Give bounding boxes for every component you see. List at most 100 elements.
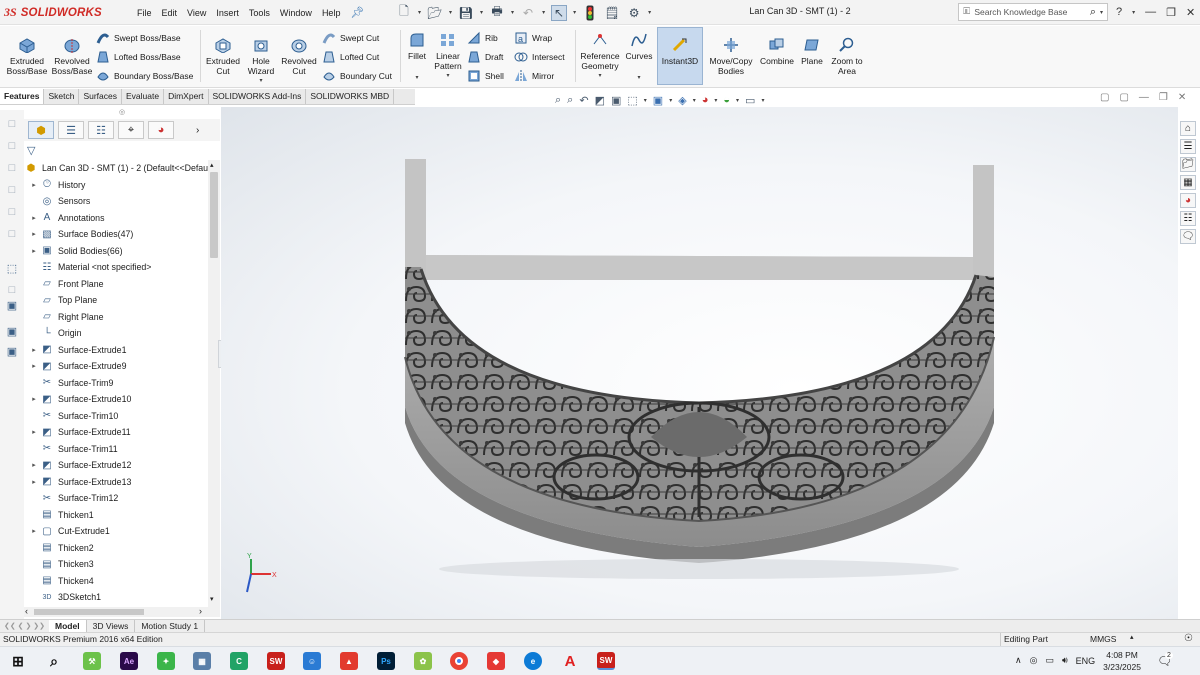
expand-arrow-icon[interactable]: ▸ [28,247,40,255]
search-icon[interactable]: ⌕ [1090,6,1096,19]
search-scope-icon[interactable]: 🗉︎ [963,4,970,21]
plane-button[interactable]: Plane [798,36,826,66]
section-view-icon[interactable]: ◩ [595,94,605,107]
solidworks-logo[interactable]: 3S SOLIDWORKS [4,3,116,22]
custom-properties-icon[interactable]: ☷ [1180,211,1196,226]
tab-scroll-right-icon[interactable]: › [196,125,199,136]
view-orientation-dropdown-icon[interactable]: ▾ [644,97,647,104]
tree-item[interactable]: ▸ ▢ Cut-Extrude1 [24,523,220,540]
select-dropdown-icon[interactable]: ▾ [573,9,576,16]
pin-icon[interactable]: 📌︎ [345,6,369,19]
search-knowledge-base[interactable]: 🗉︎ Search Knowledge Base ⌕ ▾ [958,3,1108,21]
chrome-icon[interactable] [450,652,468,670]
print-dropdown-icon[interactable]: ▾ [511,9,514,16]
tree-hscroll-thumb[interactable] [34,609,144,615]
tab-surfaces[interactable]: Surfaces [79,89,122,104]
taskbar-app-7-icon[interactable]: ☺ [303,652,321,670]
select-icon[interactable]: ↖ [551,4,568,21]
taskbar-app-1-icon[interactable]: ⚒ [83,652,101,670]
intersect-button[interactable]: Intersect [514,50,565,64]
viewport-minimize-icon[interactable]: — [1139,92,1149,103]
apply-scene-icon[interactable]: ◒ [723,94,730,106]
previous-view-icon[interactable]: ↶ [579,94,588,107]
revolved-cut-button[interactable]: Revolved Cut [280,36,318,76]
options-gear-icon[interactable]: ⚙ [626,5,642,21]
view-palette-icon[interactable]: ▦ [1180,175,1196,190]
filter-icon[interactable]: ▽ [27,144,35,157]
strip-tool-3-icon[interactable]: □ [5,161,19,175]
swept-cut-button[interactable]: Swept Cut [322,31,379,45]
menu-tools[interactable]: Tools [244,8,275,18]
strip-tool-4-icon[interactable]: □ [5,183,19,197]
open-dropdown-icon[interactable]: ▾ [449,9,452,16]
tree-item[interactable]: ✂ Surface-Trim10 [24,408,220,425]
calculator-icon[interactable]: ▦ [193,652,211,670]
taskbar-app-5-icon[interactable]: C [230,652,248,670]
reference-geometry-dropdown-icon[interactable]: ▾ [598,71,601,81]
taskbar-search-icon[interactable]: ⌕ [45,652,63,670]
undo-icon[interactable]: ↶ [520,5,536,21]
edit-appearance-icon[interactable]: ◕ [702,94,709,106]
zoom-to-fit-icon[interactable]: ⌕ [555,94,561,107]
expand-arrow-icon[interactable]: ▸ [28,346,40,354]
hole-wizard-button[interactable]: Hole Wizard ▾ [243,36,279,86]
tab-nav-arrows[interactable]: ❮❮ ❮ ❯ ❯❯ [0,622,49,630]
strip-tool-10-icon[interactable]: ▣ [5,324,19,338]
tree-item[interactable]: ▸ ◩ Surface-Extrude1 [24,342,220,359]
tree-item[interactable]: ▸ ◩ Surface-Extrude11 [24,424,220,441]
tree-root[interactable]: ⬢ Lan Can 3D - SMT (1) - 2 (Default<<Def… [24,160,220,177]
zoom-to-area-button[interactable]: Zoom to Area [828,36,866,76]
print-icon[interactable]: 🖶︎ [489,4,505,21]
strip-tool-11-icon[interactable]: ▣ [5,344,19,358]
scroll-down-icon[interactable]: ▾ [210,595,214,603]
solidworks-taskbar-icon[interactable]: SW [267,652,285,670]
search-input[interactable]: Search Knowledge Base [974,7,1086,17]
help-icon[interactable]: ? [1116,6,1122,18]
fillet-dropdown-icon[interactable]: ▾ [415,73,418,83]
tree-item[interactable]: ✂ Surface-Trim9 [24,375,220,392]
dynamic-annotation-icon[interactable]: ▣ [611,94,621,107]
expand-arrow-icon[interactable]: ▸ [28,214,40,222]
move-copy-bodies-button[interactable]: Move/Copy Bodies [706,36,756,76]
photoshop-icon[interactable]: Ps [377,652,395,670]
view-settings-icon[interactable]: ▭ [745,94,755,107]
expand-arrow-icon[interactable]: ▸ [28,478,40,486]
hole-wizard-dropdown-icon[interactable]: ▾ [259,76,262,86]
tab-model[interactable]: Model [49,620,87,632]
combine-button[interactable]: Combine [758,36,796,66]
acrobat-icon[interactable]: A [561,652,579,670]
tab-motion-study[interactable]: Motion Study 1 [135,620,206,632]
tree-item[interactable]: ▸ A Annotations [24,210,220,227]
new-dropdown-icon[interactable]: ▾ [418,9,421,16]
edge-icon[interactable]: e [524,652,542,670]
linear-pattern-dropdown-icon[interactable]: ▾ [446,71,449,81]
view-settings-dropdown-icon[interactable]: ▾ [761,97,764,104]
hide-show-dropdown-icon[interactable]: ▾ [693,97,696,104]
mirror-button[interactable]: Mirror [514,69,554,83]
expand-arrow-icon[interactable]: ▸ [28,461,40,469]
tree-item[interactable]: ▤ Thicken4 [24,573,220,590]
input-language[interactable]: ENG [1076,656,1096,666]
tree-item[interactable]: ☷ Material <not specified> [24,259,220,276]
tree-item[interactable]: ▤ Thicken1 [24,507,220,524]
linear-pattern-button[interactable]: Linear Pattern ▾ [432,31,464,81]
tree-item[interactable]: ✂ Surface-Trim12 [24,490,220,507]
taskbar-app-3-icon[interactable]: ✦ [157,652,175,670]
search-dropdown-icon[interactable]: ▾ [1100,9,1103,16]
new-document-icon[interactable]: 🗋︎ [396,4,412,21]
expand-arrow-icon[interactable]: ▸ [28,362,40,370]
notifications-icon[interactable]: 🗨︎ 2 [1157,651,1173,668]
menu-insert[interactable]: Insert [211,8,244,18]
tab-3d-views[interactable]: 3D Views [87,620,136,632]
lofted-cut-button[interactable]: Lofted Cut [322,50,379,64]
tree-item[interactable]: ▸ ◩ Surface-Extrude13 [24,474,220,491]
reference-geometry-button[interactable]: Reference Geometry ▾ [578,31,622,81]
tab-dimxpert[interactable]: DimXpert [164,89,209,104]
configuration-manager-tab[interactable]: ☷ [88,121,114,139]
close-icon[interactable]: ✕ [1186,6,1195,19]
display-manager-tab[interactable]: ◕ [148,121,174,139]
scroll-up-icon[interactable]: ▴ [210,161,214,169]
tree-scroll-thumb[interactable] [210,172,218,258]
boundary-boss-button[interactable]: Boundary Boss/Base [96,69,193,83]
taskbar-app-10-icon[interactable]: ✿ [414,652,432,670]
